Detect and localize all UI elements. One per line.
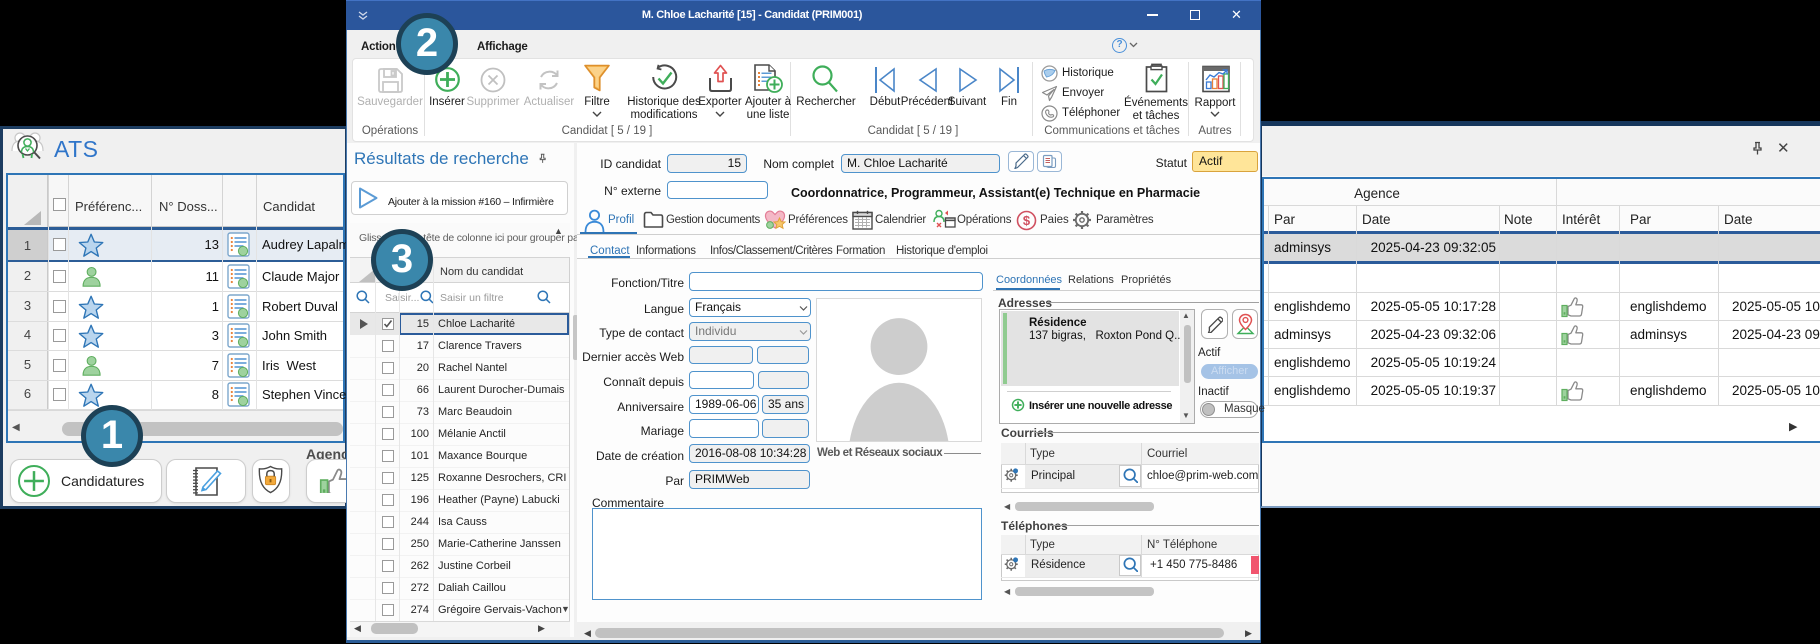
- svg-text:$: $: [1023, 213, 1031, 228]
